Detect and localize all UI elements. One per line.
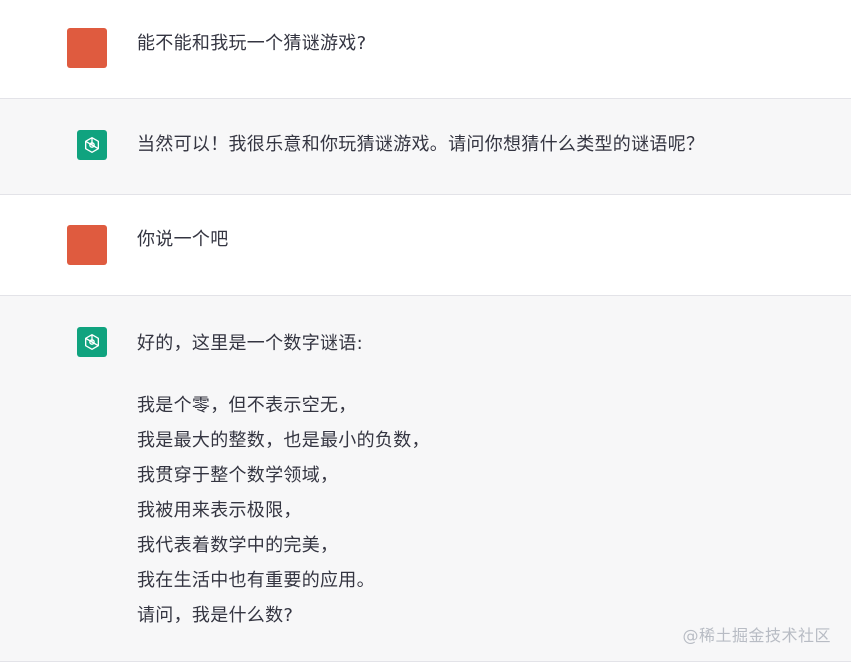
chat-transcript: 能不能和我玩一个猜谜游戏? 当然可以！我很乐意和你玩猜谜游戏。请问你想猜什么类型…: [0, 0, 851, 664]
message-text: 你说一个吧: [137, 229, 229, 250]
riddle-line: 我在生活中也有重要的应用。: [137, 570, 375, 591]
message-row-assistant-1: 当然可以！我很乐意和你玩猜谜游戏。请问你想猜什么类型的谜语呢？: [0, 99, 851, 195]
riddle-line: 我贯穿于整个数学领域，: [137, 465, 339, 486]
riddle-line: 我是最大的整数，也是最小的负数，: [137, 430, 430, 451]
message-intro: 好的，这里是一个数字谜语:: [137, 333, 363, 354]
riddle-line: 我是个零，但不表示空无，: [137, 395, 357, 416]
openai-logo-icon: [77, 327, 107, 357]
user-avatar-icon: [67, 225, 107, 265]
message-row-user-1: 能不能和我玩一个猜谜游戏?: [0, 0, 851, 99]
message-text: 当然可以！我很乐意和你玩猜谜游戏。请问你想猜什么类型的谜语呢？: [137, 134, 705, 155]
watermark: @稀土掘金技术社区: [682, 626, 831, 645]
user-avatar-icon: [67, 28, 107, 68]
message-row-user-2: 你说一个吧: [0, 195, 851, 296]
openai-logo-icon: [77, 130, 107, 160]
message-row-assistant-2: 好的，这里是一个数字谜语: 我是个零，但不表示空无， 我是最大的整数，也是最小的…: [0, 296, 851, 662]
riddle-line: 我被用来表示极限，: [137, 500, 302, 521]
message-text: 能不能和我玩一个猜谜游戏?: [137, 33, 367, 54]
riddle-line: 我代表着数学中的完美，: [137, 535, 339, 556]
riddle-lines: 我是个零，但不表示空无， 我是最大的整数，也是最小的负数， 我贯穿于整个数学领域…: [137, 388, 811, 633]
